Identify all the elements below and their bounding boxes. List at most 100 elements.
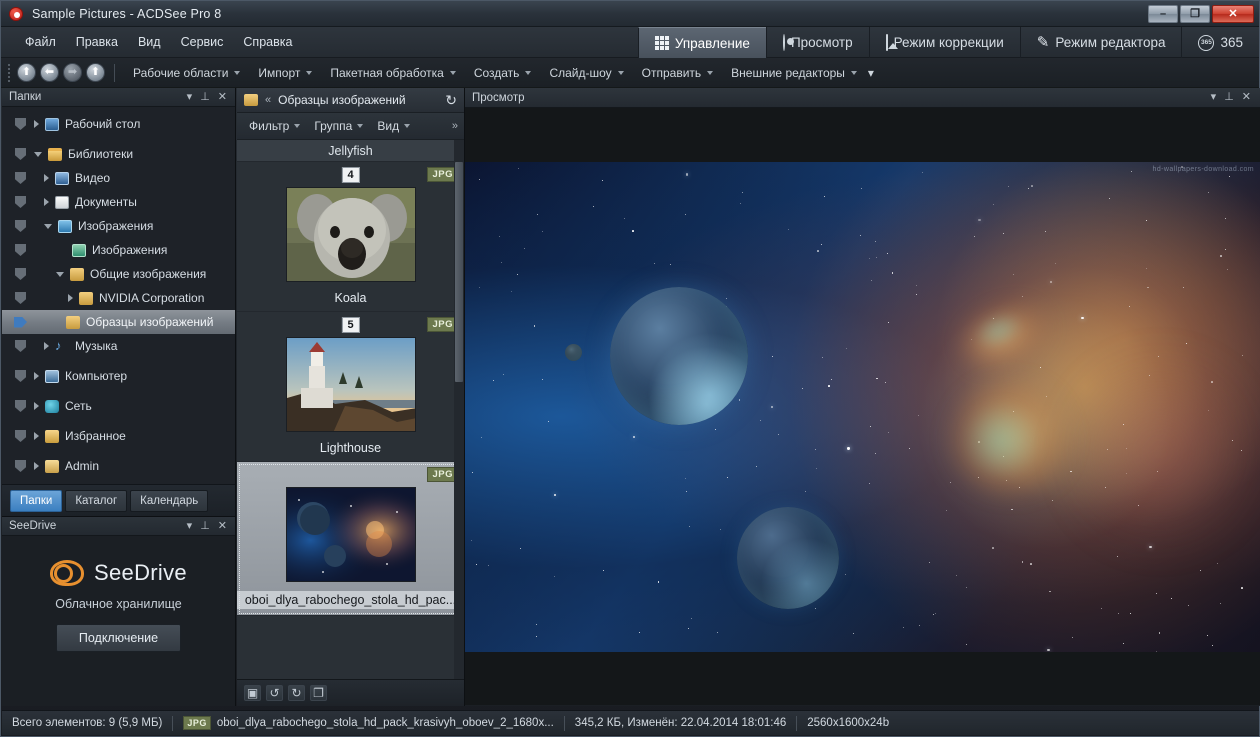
tree-item[interactable]: ♪ Музыка bbox=[2, 334, 235, 358]
tree-item[interactable]: Видео bbox=[2, 166, 235, 190]
back-chevron-icon[interactable]: « bbox=[265, 94, 271, 106]
home-icon[interactable]: ⬆ bbox=[17, 63, 36, 82]
space-photo bbox=[286, 488, 415, 581]
expand-icon[interactable]: » bbox=[452, 120, 458, 132]
back-icon[interactable]: ⬅ bbox=[40, 63, 59, 82]
maximize-button[interactable]: ❐ bbox=[1180, 4, 1210, 23]
tree-item[interactable]: Компьютер bbox=[2, 364, 235, 388]
chevron-right-icon[interactable] bbox=[68, 294, 73, 302]
chevron-right-icon[interactable] bbox=[44, 174, 49, 182]
pin-shield-icon[interactable] bbox=[15, 430, 26, 442]
pin-shield-icon[interactable] bbox=[15, 460, 26, 472]
toolbar-slideshow[interactable]: Слайд-шоу bbox=[540, 62, 632, 84]
panel-dropdown-icon[interactable]: ▾ bbox=[187, 91, 193, 103]
menu-item-help[interactable]: Справка bbox=[233, 31, 302, 53]
tree-item[interactable]: Библиотеки bbox=[2, 142, 235, 166]
tree-item[interactable]: Избранное bbox=[2, 424, 235, 448]
tree-item[interactable]: Изображения bbox=[2, 238, 235, 262]
panel-pin-icon[interactable]: ⊥ bbox=[1224, 92, 1234, 103]
filter-dropdown[interactable]: Фильтр bbox=[243, 116, 306, 136]
chevron-right-icon[interactable] bbox=[34, 372, 39, 380]
refresh-icon[interactable]: ↻ bbox=[445, 93, 457, 107]
minimize-button[interactable]: – bbox=[1148, 4, 1178, 23]
tab-365[interactable]: 365 365 bbox=[1181, 27, 1259, 58]
toolbar-external-editors[interactable]: Внешние редакторы bbox=[722, 62, 866, 84]
panel-pin-icon[interactable]: ⊥ bbox=[200, 520, 210, 532]
toolbar-create[interactable]: Создать bbox=[465, 62, 541, 84]
pin-shield-icon[interactable] bbox=[15, 268, 26, 280]
panel-pin-icon[interactable]: ⊥ bbox=[200, 91, 210, 103]
panel-dropdown-icon[interactable]: ▾ bbox=[187, 520, 193, 532]
tab-develop[interactable]: Режим коррекции bbox=[868, 27, 1020, 58]
panel-close-icon[interactable]: ✕ bbox=[218, 520, 227, 532]
chevron-right-icon[interactable] bbox=[34, 462, 39, 470]
rotate-left-icon[interactable]: ↺ bbox=[266, 685, 283, 701]
chevron-down-icon[interactable] bbox=[44, 223, 52, 229]
tree-item[interactable]: Рабочий стол bbox=[2, 112, 235, 136]
tree-item[interactable]: Сеть bbox=[2, 394, 235, 418]
chevron-right-icon[interactable] bbox=[44, 342, 49, 350]
pin-shield-icon[interactable] bbox=[15, 148, 26, 160]
tree-item[interactable]: Образцы изображений bbox=[2, 310, 235, 334]
thumbnail-scrollbar[interactable] bbox=[454, 140, 464, 680]
preview-image[interactable]: hd-wallpapers-download.com bbox=[465, 161, 1260, 652]
chevron-right-icon[interactable] bbox=[34, 432, 39, 440]
tree-item-label: Видео bbox=[75, 171, 111, 185]
thumbnail-item-lighthouse[interactable]: 5 JPG Lighthouse bbox=[237, 312, 464, 462]
menu-item-edit[interactable]: Правка bbox=[66, 31, 128, 53]
tree-item[interactable]: Общие изображения bbox=[2, 262, 235, 286]
tab-manage[interactable]: Управление bbox=[637, 27, 766, 58]
pin-shield-icon[interactable] bbox=[15, 196, 26, 208]
tree-item[interactable]: NVIDIA Corporation bbox=[2, 286, 235, 310]
image-properties-icon[interactable]: ▣ bbox=[244, 685, 261, 701]
toolbar-import[interactable]: Импорт bbox=[249, 62, 321, 84]
star bbox=[1220, 255, 1223, 257]
panel-dropdown-icon[interactable]: ▾ bbox=[1211, 92, 1217, 103]
breadcrumb: « Образцы изображений ↻ bbox=[237, 88, 464, 113]
tab-view[interactable]: Просмотр bbox=[765, 27, 869, 58]
pin-shield-icon[interactable] bbox=[15, 400, 26, 412]
pin-shield-icon[interactable] bbox=[15, 370, 26, 382]
tree-item[interactable]: Изображения bbox=[2, 214, 235, 238]
duplicate-icon[interactable]: ❐ bbox=[310, 685, 327, 701]
pin-shield-icon[interactable] bbox=[15, 340, 26, 352]
tab-editor[interactable]: ✎ Режим редактора bbox=[1019, 27, 1182, 58]
menu-item-file[interactable]: Файл bbox=[15, 31, 66, 53]
menu-item-view[interactable]: Вид bbox=[128, 31, 171, 53]
rotate-right-icon[interactable]: ↻ bbox=[288, 685, 305, 701]
menu-item-tools[interactable]: Сервис bbox=[171, 31, 234, 53]
chevron-right-icon[interactable] bbox=[44, 198, 49, 206]
toolbar-batch[interactable]: Пакетная обработка bbox=[321, 62, 464, 84]
close-button[interactable]: ✕ bbox=[1212, 4, 1254, 23]
thumbnail-name: Lighthouse bbox=[319, 441, 382, 455]
chevron-right-icon[interactable] bbox=[34, 120, 39, 128]
pin-shield-icon[interactable] bbox=[15, 118, 26, 130]
forward-icon[interactable]: ➡ bbox=[63, 63, 82, 82]
breadcrumb-path[interactable]: Образцы изображений bbox=[278, 93, 405, 107]
chevron-down-icon[interactable] bbox=[56, 271, 64, 277]
chevron-down-icon[interactable] bbox=[34, 151, 42, 157]
panel-tab-catalog[interactable]: Каталог bbox=[65, 489, 128, 512]
toolbar-workspaces[interactable]: Рабочие области bbox=[124, 62, 249, 84]
thumbnail-item-wallpaper[interactable]: JPG oboi_dlya_rabochego_stola_hd_pac... bbox=[237, 462, 464, 616]
toolbar-overflow[interactable]: ▾ bbox=[866, 62, 883, 84]
pin-shield-icon[interactable] bbox=[15, 172, 26, 184]
toolbar-grip[interactable] bbox=[5, 63, 13, 82]
pin-shield-icon[interactable] bbox=[15, 292, 26, 304]
thumbnail-item-koala[interactable]: 4 JPG Koala bbox=[237, 162, 464, 312]
pin-shield-icon[interactable] bbox=[15, 244, 26, 256]
pin-shield-icon[interactable] bbox=[15, 220, 26, 232]
panel-tab-folders[interactable]: Папки bbox=[10, 489, 63, 512]
up-icon[interactable]: ⬆ bbox=[86, 63, 105, 82]
scrollbar-thumb[interactable] bbox=[455, 162, 463, 382]
tree-item[interactable]: Admin bbox=[2, 454, 235, 478]
tree-item[interactable]: Документы bbox=[2, 190, 235, 214]
group-dropdown[interactable]: Группа bbox=[308, 116, 369, 136]
panel-tab-calendar[interactable]: Календарь bbox=[130, 489, 209, 512]
seedrive-connect-button[interactable]: Подключение bbox=[55, 624, 182, 652]
chevron-right-icon[interactable] bbox=[34, 402, 39, 410]
panel-close-icon[interactable]: ✕ bbox=[1242, 92, 1251, 103]
toolbar-send[interactable]: Отправить bbox=[633, 62, 723, 84]
panel-close-icon[interactable]: ✕ bbox=[218, 91, 227, 103]
view-dropdown[interactable]: Вид bbox=[371, 116, 416, 136]
